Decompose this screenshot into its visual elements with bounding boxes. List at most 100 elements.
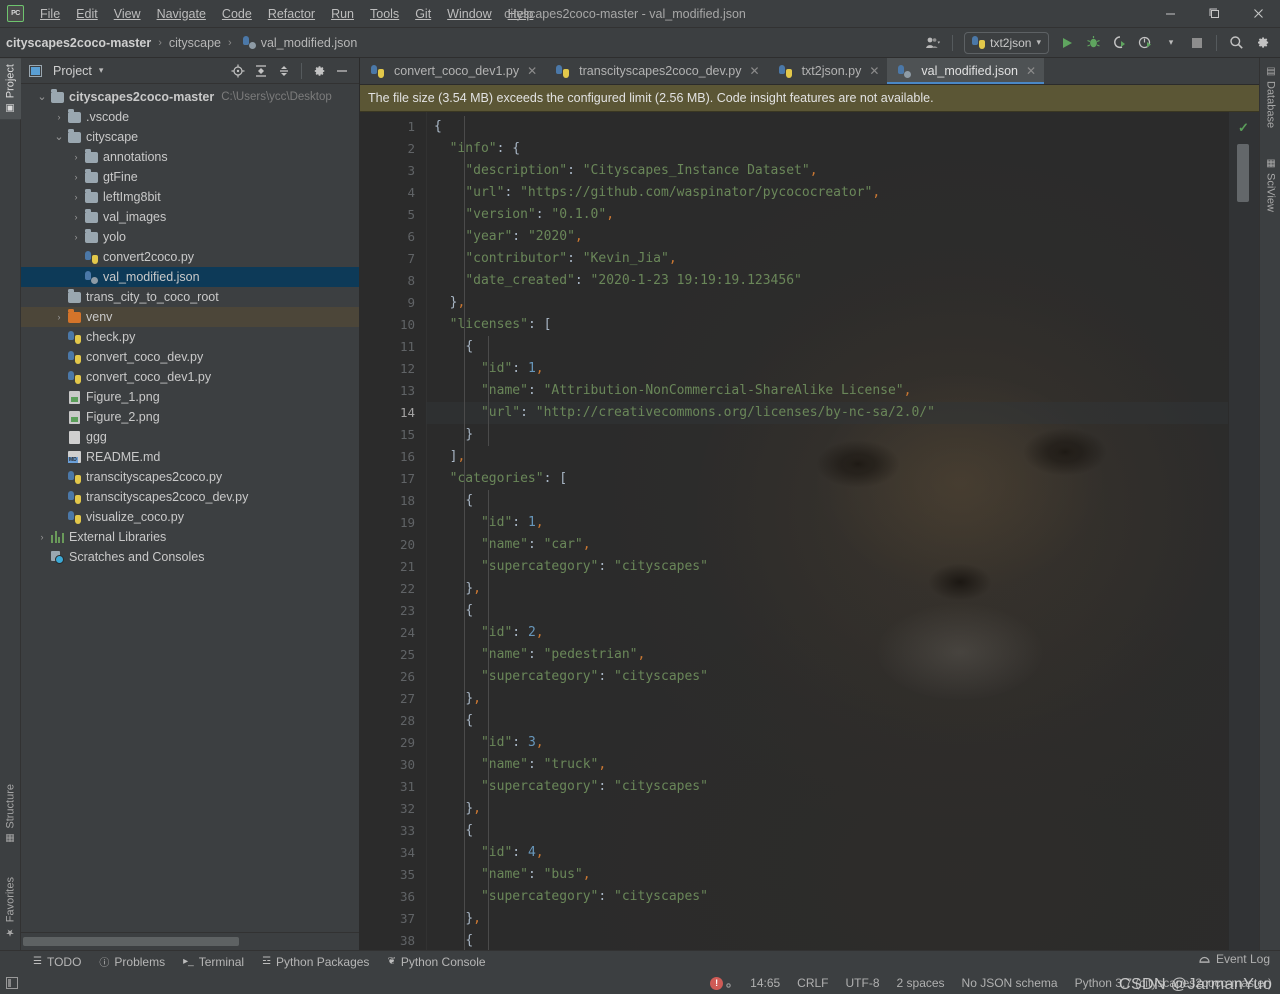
line-number[interactable]: 21 (360, 556, 426, 578)
menu-code[interactable]: Code (214, 3, 260, 25)
tree-item-convert-coco-dev-py[interactable]: convert_coco_dev.py (21, 347, 359, 367)
menu-view[interactable]: View (106, 3, 149, 25)
code-line[interactable]: "supercategory": "cityscapes" (426, 666, 1228, 688)
chevron-down-icon[interactable]: ⌄ (52, 132, 66, 143)
project-settings-button[interactable] (308, 61, 330, 81)
code-line[interactable]: "name": "car", (426, 534, 1228, 556)
breadcrumb-cityscape[interactable]: cityscape (169, 36, 221, 50)
tree-item-annotations[interactable]: › annotations (21, 147, 359, 167)
code-line[interactable]: ], (426, 446, 1228, 468)
code-line[interactable]: { (426, 116, 1228, 138)
code-line[interactable]: "id": 2, (426, 622, 1228, 644)
menu-file[interactable]: File (32, 3, 68, 25)
tree-item-gtfine[interactable]: › gtFine (21, 167, 359, 187)
breadcrumb-file[interactable]: val_modified.json (261, 36, 358, 50)
tree-item-figure-1-png[interactable]: Figure_1.png (21, 387, 359, 407)
line-number[interactable]: 26 (360, 666, 426, 688)
code-line[interactable]: "id": 1, (426, 358, 1228, 380)
line-number[interactable]: 5 (360, 204, 426, 226)
scrollbar-thumb[interactable] (23, 937, 239, 946)
chevron-down-icon[interactable]: ⌄ (35, 92, 49, 103)
editor-markers-gutter[interactable]: ✓ (1228, 112, 1259, 950)
line-number-gutter[interactable]: 1 2 3 4 5 6 7 8 9 10 11 12 13 14 15 16 17 18 19 20 21 22 23 24 2… (360, 112, 426, 950)
line-number[interactable]: 6 (360, 226, 426, 248)
tree-item-vscode[interactable]: › .vscode (21, 107, 359, 127)
editor-tab-convert-coco-dev1-py[interactable]: convert_coco_dev1.py ✕ (360, 58, 545, 84)
code-line[interactable]: "date_created": "2020-1-23 19:19:19.1234… (426, 270, 1228, 292)
code-line[interactable]: { (426, 490, 1228, 512)
tool-window-button-python-console[interactable]: ❦ Python Console (378, 953, 494, 971)
chevron-right-icon[interactable]: › (69, 152, 83, 162)
tree-item-figure-2-png[interactable]: Figure_2.png (21, 407, 359, 427)
code-line[interactable]: "name": "pedestrian", (426, 644, 1228, 666)
profile-dropdown-button[interactable]: ▾ (1159, 32, 1183, 54)
chevron-right-icon[interactable]: › (52, 112, 66, 122)
code-content[interactable]: { "info": { "description": "Cityscapes_I… (426, 112, 1228, 950)
tree-item-leftimg8bit[interactable]: › leftImg8bit (21, 187, 359, 207)
tree-item-cityscape[interactable]: ⌄ cityscape (21, 127, 359, 147)
line-number[interactable]: 10 (360, 314, 426, 336)
chevron-right-icon[interactable]: › (69, 212, 83, 222)
code-line[interactable]: { (426, 336, 1228, 358)
stripe-button-database[interactable]: ▤ Database (1260, 60, 1280, 134)
tab-close-icon[interactable]: ✕ (1026, 64, 1036, 78)
code-line[interactable]: "name": "bus", (426, 864, 1228, 886)
debug-button[interactable] (1081, 32, 1105, 54)
menu-edit[interactable]: Edit (68, 3, 106, 25)
tree-item-transcityscapes2coco-py[interactable]: transcityscapes2coco.py (21, 467, 359, 487)
tree-item-convert-coco-dev1-py[interactable]: convert_coco_dev1.py (21, 367, 359, 387)
code-line[interactable]: "id": 3, (426, 732, 1228, 754)
line-number[interactable]: 15 (360, 424, 426, 446)
settings-button[interactable] (1250, 32, 1274, 54)
tree-item-check-py[interactable]: check.py (21, 327, 359, 347)
show-tool-windows-button[interactable] (0, 977, 24, 989)
breadcrumb-project[interactable]: cityscapes2coco-master (6, 36, 151, 50)
line-number[interactable]: 11 (360, 336, 426, 358)
tree-item-yolo[interactable]: › yolo (21, 227, 359, 247)
line-number[interactable]: 4 (360, 182, 426, 204)
code-line[interactable]: "supercategory": "cityscapes" (426, 776, 1228, 798)
line-number[interactable]: 24 (360, 622, 426, 644)
code-line[interactable]: "name": "truck", (426, 754, 1228, 776)
code-line[interactable]: "url": "https://github.com/waspinator/py… (426, 182, 1228, 204)
code-line[interactable]: "supercategory": "cityscapes" (426, 556, 1228, 578)
code-line[interactable]: "id": 4, (426, 842, 1228, 864)
tree-item-ggg[interactable]: ggg (21, 427, 359, 447)
editor-tab-transcityscapes2coco-dev-py[interactable]: transcityscapes2coco_dev.py ✕ (545, 58, 767, 84)
code-line[interactable]: "description": "Cityscapes_Instance Data… (426, 160, 1228, 182)
code-line[interactable]: "licenses": [ (426, 314, 1228, 336)
code-line[interactable]: }, (426, 688, 1228, 710)
tree-item-visualize-coco-py[interactable]: visualize_coco.py (21, 507, 359, 527)
hide-panel-button[interactable] (331, 61, 353, 81)
code-line[interactable]: }, (426, 908, 1228, 930)
line-number[interactable]: 14 (360, 402, 426, 424)
tree-item-val-modified-json[interactable]: val_modified.json (21, 267, 359, 287)
line-number[interactable]: 27 (360, 688, 426, 710)
menu-run[interactable]: Run (323, 3, 362, 25)
close-button[interactable] (1236, 0, 1280, 28)
line-number[interactable]: 19 (360, 512, 426, 534)
menu-window[interactable]: Window (439, 3, 499, 25)
code-line[interactable]: "categories": [ (426, 468, 1228, 490)
menu-git[interactable]: Git (407, 3, 439, 25)
code-line[interactable]: }, (426, 292, 1228, 314)
run-configuration-selector[interactable]: txt2json ▾ (964, 31, 1049, 54)
indent-setting[interactable]: 2 spaces (897, 976, 945, 990)
code-line[interactable]: "year": "2020", (426, 226, 1228, 248)
tree-item-scratches-and-consoles[interactable]: Scratches and Consoles (21, 547, 359, 567)
code-line[interactable]: "version": "0.1.0", (426, 204, 1228, 226)
scroll-from-source-button[interactable] (227, 61, 249, 81)
menu-refactor[interactable]: Refactor (260, 3, 323, 25)
menu-help[interactable]: Help (500, 3, 542, 25)
menu-navigate[interactable]: Navigate (149, 3, 214, 25)
chevron-right-icon[interactable]: › (35, 532, 49, 542)
tab-close-icon[interactable]: ✕ (869, 64, 879, 78)
stripe-button-project[interactable]: ▣ Project (0, 58, 21, 120)
code-line[interactable]: "contributor": "Kevin_Jia", (426, 248, 1228, 270)
json-schema-status[interactable]: No JSON schema (962, 976, 1058, 990)
project-tree[interactable]: ⌄ cityscapes2coco-master C:\Users\ycc\Desk… (21, 84, 359, 932)
chevron-right-icon[interactable]: › (52, 312, 66, 322)
stripe-button-structure[interactable]: ▦ Structure (0, 778, 21, 850)
line-number[interactable]: 34 (360, 842, 426, 864)
expand-all-button[interactable] (250, 61, 272, 81)
